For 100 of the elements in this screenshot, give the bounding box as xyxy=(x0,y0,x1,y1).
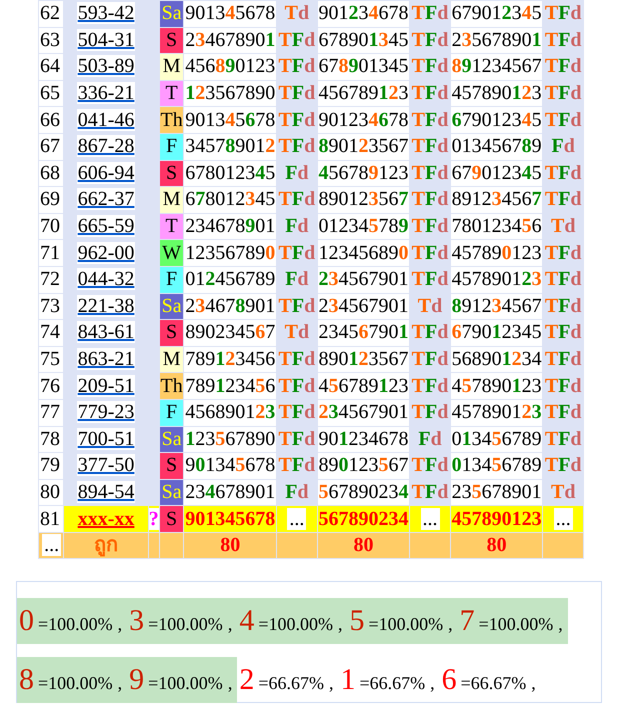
code-link[interactable]: 863-21 xyxy=(76,348,136,370)
result-label: TFd xyxy=(278,347,316,372)
code-link[interactable]: 209-51 xyxy=(76,374,136,397)
result-label: TFd xyxy=(278,453,316,478)
result-label: TFd xyxy=(410,400,450,426)
number-cell: 013456789 xyxy=(450,453,542,479)
row-number: 66 xyxy=(39,107,64,133)
number-cell: 901345678 xyxy=(184,453,276,479)
number-cell: 123567890 xyxy=(184,80,276,106)
result-label: TFd xyxy=(278,81,316,106)
result-label: TFd xyxy=(410,267,450,292)
result-label: Td xyxy=(550,480,576,505)
number-cell: 679012345 xyxy=(450,160,542,186)
day-cell: Th xyxy=(160,373,184,399)
total-count: 80 xyxy=(318,532,410,558)
result-label: TFd xyxy=(544,267,583,292)
result-label: TFd xyxy=(410,54,450,80)
number-cell: 679012345 xyxy=(450,1,542,27)
code-link[interactable]: 843-61 xyxy=(76,321,136,344)
result-label: TFd xyxy=(410,480,450,505)
day-cell: F xyxy=(160,400,184,426)
result-label: TFd xyxy=(544,320,583,346)
number-cell: 456789123 xyxy=(318,373,410,399)
number-cell: 891234567 xyxy=(450,294,542,320)
result-label: Fd xyxy=(550,134,576,160)
row-number: 69 xyxy=(39,187,64,213)
code-link[interactable]: 041-46 xyxy=(76,108,136,131)
result-label: TFd xyxy=(278,374,316,399)
number-cell: 457890123 xyxy=(450,240,542,266)
result-label: TFd xyxy=(544,108,583,133)
result-label: TFd xyxy=(544,374,583,399)
number-cell: 123456890 xyxy=(318,240,410,266)
number-cell: 457890123 xyxy=(450,506,542,532)
number-cell: 123567890 xyxy=(184,240,276,266)
number-cell: 456890123 xyxy=(184,400,276,426)
number-cell: 890123567 xyxy=(318,134,410,160)
code-link[interactable]: 377-50 xyxy=(76,454,136,476)
day-cell: Sa xyxy=(160,294,184,320)
result-label: TFd xyxy=(410,240,450,266)
result-label: TFd xyxy=(544,426,583,452)
code-link[interactable]: 221-38 xyxy=(76,294,136,317)
result-label: TFd xyxy=(410,214,450,240)
number-cell: 012345789 xyxy=(318,214,410,240)
number-cell: 234567901 xyxy=(318,294,410,320)
code-link[interactable]: 044-32 xyxy=(76,268,136,290)
row-number: 63 xyxy=(39,28,64,54)
result-label: TFd xyxy=(410,81,450,106)
result-label: Td xyxy=(284,1,310,26)
result-label: TFd xyxy=(278,400,316,426)
result-label: TFd xyxy=(410,160,450,186)
code-link[interactable]: 606-94 xyxy=(76,162,136,184)
code-link[interactable]: 962-00 xyxy=(76,242,136,264)
digit-stat: 1=66.67% , xyxy=(339,662,436,698)
code-link[interactable]: 894-54 xyxy=(76,480,136,503)
result-label: TFd xyxy=(410,28,450,53)
result-label: ... xyxy=(287,508,306,530)
number-cell: 789123456 xyxy=(184,346,276,372)
digit-stat: 4=100.00% , xyxy=(237,598,348,644)
day-cell: F xyxy=(160,266,184,293)
code-link[interactable]: 779-23 xyxy=(76,401,136,424)
row-number: 71 xyxy=(39,240,64,266)
result-label: Fd xyxy=(284,267,310,292)
code-link[interactable]: 867-28 xyxy=(76,135,136,158)
digit-stat: 8=100.00% , xyxy=(17,657,128,704)
result-label: TFd xyxy=(544,400,583,426)
row-number: 79 xyxy=(39,453,64,479)
code-link[interactable]: 593-42 xyxy=(76,2,136,24)
number-cell: 456789123 xyxy=(318,80,410,106)
code-link[interactable]: 700-51 xyxy=(76,428,136,450)
number-cell: 890234567 xyxy=(184,320,276,346)
digit-stat: 3=100.00% , xyxy=(127,598,238,644)
code-link[interactable]: 503-89 xyxy=(76,55,136,78)
code-link[interactable]: 504-31 xyxy=(76,28,136,51)
row-number: 81 xyxy=(39,506,64,532)
result-label: Fd xyxy=(284,480,310,505)
result-label: TFd xyxy=(410,187,450,212)
total-count: 80 xyxy=(450,532,542,558)
row-number: 68 xyxy=(39,160,64,186)
row-number: 76 xyxy=(39,373,64,399)
number-cell: 234567901 xyxy=(318,266,410,293)
number-cell: 678012345 xyxy=(184,160,276,186)
day-cell: S xyxy=(160,160,184,186)
result-label: Td xyxy=(284,320,310,346)
code-link[interactable]: 665-59 xyxy=(76,215,136,238)
result-label: TFd xyxy=(278,187,316,212)
row-number: 73 xyxy=(39,294,64,320)
row-number: 74 xyxy=(39,320,64,346)
number-cell: 457890123 xyxy=(450,80,542,106)
row-number: 65 xyxy=(39,80,64,106)
day-cell: T xyxy=(160,80,184,106)
row-number: ... xyxy=(42,534,62,556)
number-cell: 457890123 xyxy=(450,266,542,293)
number-cell: 901234678 xyxy=(318,1,410,27)
number-cell: 678012345 xyxy=(184,187,276,213)
result-label: TFd xyxy=(410,453,450,478)
code-link[interactable]: 662-37 xyxy=(76,188,136,210)
number-cell: 567890234 xyxy=(318,480,410,506)
code-link[interactable]: 336-21 xyxy=(76,82,136,104)
digit-stat: 2=66.67% , xyxy=(238,662,334,698)
day-cell: M xyxy=(160,346,184,372)
